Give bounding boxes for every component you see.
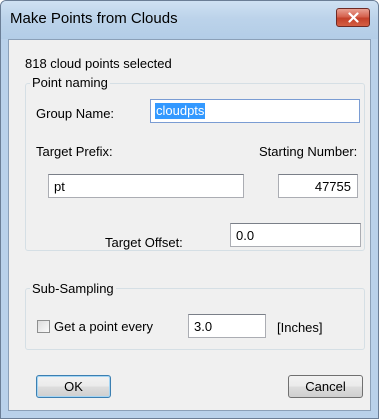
target-offset-input[interactable] — [230, 223, 361, 247]
sub-sampling-legend: Sub-Sampling — [30, 281, 116, 296]
window-title: Make Points from Clouds — [10, 10, 178, 27]
sample-interval-input[interactable] — [188, 314, 266, 338]
close-icon — [348, 12, 359, 23]
group-name-input[interactable]: cloudpts — [150, 99, 360, 123]
target-offset-label: Target Offset: — [105, 235, 183, 250]
point-naming-legend: Point naming — [30, 75, 110, 90]
cancel-button[interactable]: Cancel — [288, 375, 363, 398]
close-button[interactable] — [336, 8, 370, 27]
target-prefix-label: Target Prefix: — [36, 144, 113, 159]
units-label: [Inches] — [277, 320, 323, 335]
ok-button[interactable]: OK — [36, 375, 111, 398]
sample-every-checkbox[interactable] — [37, 320, 50, 333]
group-name-selected-text: cloudpts — [155, 103, 206, 119]
sample-every-label[interactable]: Get a point every — [54, 319, 153, 334]
dialog-client-area: 818 cloud points selected Point naming G… — [8, 39, 371, 411]
dialog-window: Make Points from Clouds 818 cloud points… — [0, 0, 379, 419]
starting-number-input[interactable] — [278, 174, 358, 198]
group-name-label: Group Name: — [36, 106, 115, 121]
selection-status-text: 818 cloud points selected — [25, 56, 172, 71]
starting-number-label: Starting Number: — [259, 144, 358, 159]
target-prefix-input[interactable] — [48, 174, 244, 198]
title-bar[interactable]: Make Points from Clouds — [1, 1, 378, 39]
